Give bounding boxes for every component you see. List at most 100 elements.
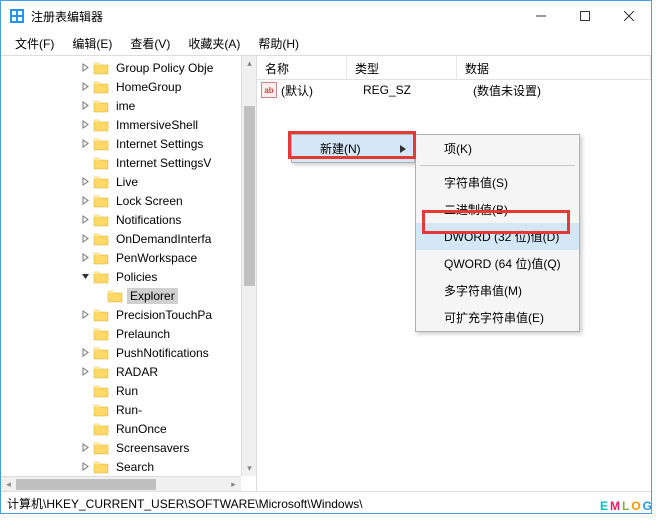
value-type: REG_SZ — [363, 83, 473, 97]
tree-item[interactable]: Explorer — [3, 286, 256, 305]
tree-item[interactable]: PrecisionTouchPa — [3, 305, 256, 324]
expander-icon[interactable] — [79, 385, 91, 397]
folder-icon — [93, 403, 109, 417]
expander-icon[interactable] — [79, 157, 91, 169]
expander-icon[interactable] — [79, 62, 91, 74]
menu-new[interactable]: 新建(N) — [292, 135, 414, 162]
tree-item[interactable]: PushNotifications — [3, 343, 256, 362]
column-data[interactable]: 数据 — [457, 56, 651, 79]
tree-item[interactable]: PenWorkspace — [3, 248, 256, 267]
expander-icon[interactable] — [79, 195, 91, 207]
scroll-thumb[interactable] — [244, 106, 255, 286]
minimize-button[interactable] — [519, 2, 563, 30]
menu-file[interactable]: 文件(F) — [7, 32, 62, 55]
tree-label: Group Policy Obje — [113, 60, 216, 76]
tree-item[interactable]: OnDemandInterfa — [3, 229, 256, 248]
tree-item[interactable]: Notifications — [3, 210, 256, 229]
column-type[interactable]: 类型 — [347, 56, 457, 79]
expander-icon[interactable] — [79, 347, 91, 359]
submenu-item[interactable]: 二进制值(B) — [416, 196, 579, 223]
tree-item[interactable]: ime — [3, 96, 256, 115]
tree-item[interactable]: Lock Screen — [3, 191, 256, 210]
scroll-up-icon[interactable]: ▴ — [242, 56, 257, 71]
tree-item[interactable]: Internet Settings — [3, 134, 256, 153]
context-menu-new: 新建(N) — [291, 134, 415, 163]
tree-item[interactable]: Run — [3, 381, 256, 400]
submenu-item[interactable]: 字符串值(S) — [416, 169, 579, 196]
folder-icon — [93, 384, 109, 398]
menu-view[interactable]: 查看(V) — [122, 32, 178, 55]
expander-icon[interactable] — [79, 233, 91, 245]
expander-icon[interactable] — [93, 290, 105, 302]
folder-icon — [93, 422, 109, 436]
tree-label: Notifications — [113, 212, 184, 228]
tree-label: Internet SettingsV — [113, 155, 214, 171]
tree-horizontal-scrollbar[interactable]: ◂ ▸ — [1, 476, 241, 491]
tree-item[interactable]: Prelaunch — [3, 324, 256, 343]
tree-label: PenWorkspace — [113, 250, 200, 266]
list-header: 名称 类型 数据 — [257, 56, 651, 80]
tree-item[interactable]: Run- — [3, 400, 256, 419]
tree-label: Run- — [113, 402, 145, 418]
tree-label: HomeGroup — [113, 79, 184, 95]
menu-edit[interactable]: 编辑(E) — [64, 32, 120, 55]
context-submenu-new: 项(K) 字符串值(S)二进制值(B)DWORD (32 位)值(D)QWORD … — [415, 134, 580, 332]
expander-icon[interactable] — [79, 176, 91, 188]
tree-item[interactable]: HomeGroup — [3, 77, 256, 96]
folder-icon — [93, 118, 109, 132]
tree-item[interactable]: Live — [3, 172, 256, 191]
tree-label: Explorer — [127, 288, 178, 304]
tree-label: Policies — [113, 269, 160, 285]
expander-icon[interactable] — [79, 366, 91, 378]
expander-icon[interactable] — [79, 100, 91, 112]
folder-icon — [93, 308, 109, 322]
folder-icon — [93, 232, 109, 246]
folder-icon — [93, 80, 109, 94]
submenu-item[interactable]: QWORD (64 位)值(Q) — [416, 250, 579, 277]
folder-icon — [93, 175, 109, 189]
tree-item[interactable]: Search — [3, 457, 256, 476]
submenu-item[interactable]: 可扩充字符串值(E) — [416, 304, 579, 331]
expander-icon[interactable] — [79, 81, 91, 93]
expander-icon[interactable] — [79, 252, 91, 264]
expander-icon[interactable] — [79, 423, 91, 435]
menu-separator — [420, 165, 575, 166]
tree-vertical-scrollbar[interactable]: ▴ ▾ — [241, 56, 256, 476]
expander-icon[interactable] — [79, 461, 91, 473]
tree-item[interactable]: Policies — [3, 267, 256, 286]
scroll-left-icon[interactable]: ◂ — [1, 477, 16, 491]
expander-icon[interactable] — [79, 328, 91, 340]
expander-icon[interactable] — [79, 119, 91, 131]
scroll-right-icon[interactable]: ▸ — [226, 477, 241, 491]
tree-item[interactable]: Screensavers — [3, 438, 256, 457]
scroll-down-icon[interactable]: ▾ — [242, 461, 257, 476]
tree-item[interactable]: Group Policy Obje — [3, 58, 256, 77]
expander-icon[interactable] — [79, 138, 91, 150]
tree-label: ime — [113, 98, 138, 114]
menu-help[interactable]: 帮助(H) — [250, 32, 307, 55]
scroll-thumb[interactable] — [16, 479, 156, 490]
submenu-item[interactable]: 项(K) — [416, 135, 579, 162]
tree-item[interactable]: RADAR — [3, 362, 256, 381]
expander-icon[interactable] — [79, 271, 91, 283]
tree-label: Internet Settings — [113, 136, 206, 152]
menu-favorites[interactable]: 收藏夹(A) — [180, 32, 248, 55]
submenu-item[interactable]: DWORD (32 位)值(D) — [416, 223, 579, 250]
expander-icon[interactable] — [79, 442, 91, 454]
expander-icon[interactable] — [79, 404, 91, 416]
value-name: (默认) — [281, 82, 363, 99]
column-name[interactable]: 名称 — [257, 56, 347, 79]
folder-icon — [93, 156, 109, 170]
expander-icon[interactable] — [79, 309, 91, 321]
folder-icon — [93, 251, 109, 265]
folder-icon — [93, 460, 109, 474]
expander-icon[interactable] — [79, 214, 91, 226]
maximize-button[interactable] — [563, 2, 607, 30]
tree-item[interactable]: Internet SettingsV — [3, 153, 256, 172]
tree-item[interactable]: RunOnce — [3, 419, 256, 438]
list-row[interactable]: ab (默认) REG_SZ (数值未设置) — [257, 80, 651, 100]
submenu-item[interactable]: 多字符串值(M) — [416, 277, 579, 304]
close-button[interactable] — [607, 2, 651, 30]
tree-item[interactable]: ImmersiveShell — [3, 115, 256, 134]
folder-icon — [93, 346, 109, 360]
